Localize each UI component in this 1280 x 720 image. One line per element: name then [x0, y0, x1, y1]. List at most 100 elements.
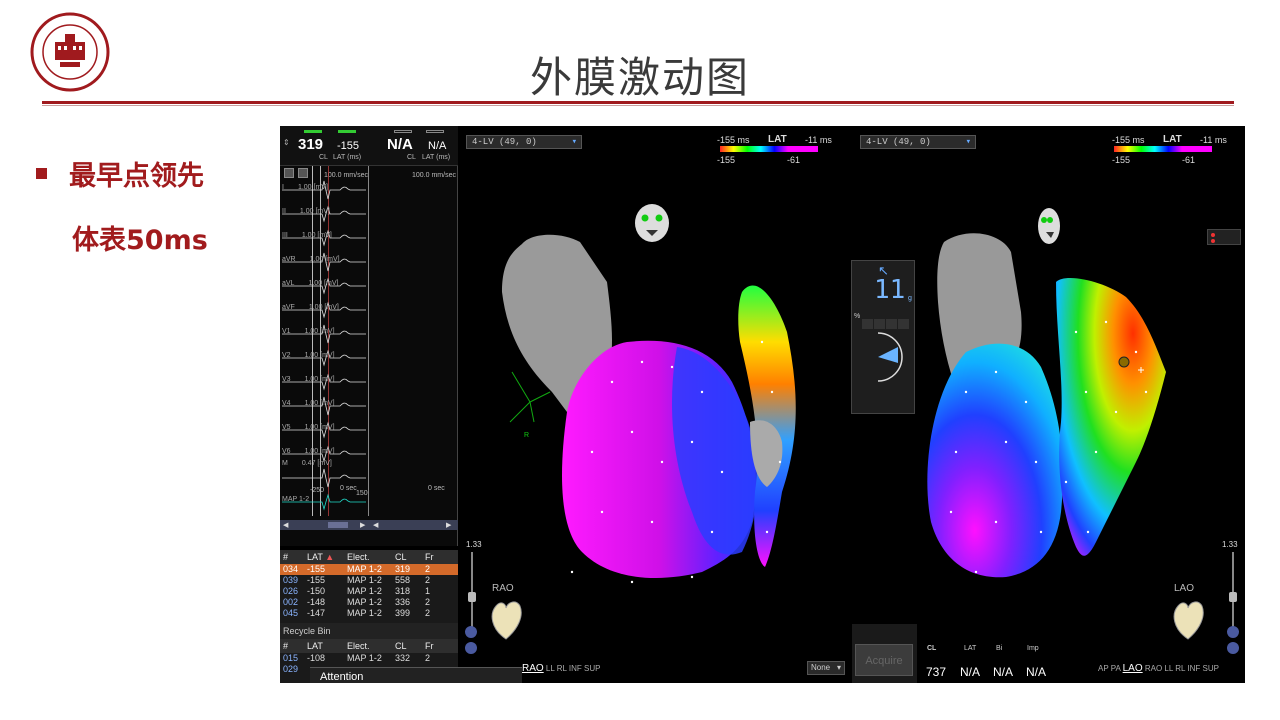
heart-orientation-icon[interactable]: [486, 594, 526, 644]
lead-name: aVR: [282, 256, 296, 263]
acquire-panel: Acquire: [852, 624, 917, 683]
col-header-elect[interactable]: Elect.: [344, 550, 392, 564]
lead-gain: 1.00 [mV]: [297, 184, 328, 191]
zoom-out-icon[interactable]: [1227, 642, 1239, 654]
lead-name: V4: [282, 400, 291, 407]
view-tabs-list: RAO LL RL INF SUP: [1145, 664, 1219, 673]
view-tab-rl[interactable]: RL: [1175, 664, 1187, 673]
lead-label: M 0.47 [mV]: [282, 460, 332, 467]
recycle-col-num[interactable]: #: [280, 639, 304, 653]
lead-name: V5: [282, 424, 291, 431]
recycle-col-lat[interactable]: LAT: [304, 639, 344, 653]
recycle-bin-label[interactable]: Recycle Bin: [280, 623, 458, 639]
lead-gain: 1.00 [mV]: [308, 280, 339, 287]
table-body: 034 -155 MAP 1-2 319 2 039 -155 MAP 1-2 558 2 026-…: [280, 564, 458, 619]
sweep-speed-left: 100.0 mm/sec: [324, 172, 368, 179]
title-divider-thin: [42, 105, 1234, 106]
recycle-col-cl[interactable]: CL: [392, 639, 422, 653]
recycle-col-elect[interactable]: Elect.: [344, 639, 392, 653]
recycle-col-fr[interactable]: Fr: [422, 639, 446, 653]
view-tabs-left: RAO LL RL INF SUP: [522, 663, 600, 674]
zoom-slider-thumb[interactable]: [1229, 592, 1237, 602]
col-header-lat[interactable]: LAT ▲: [304, 550, 344, 564]
readout-cl-value: 737: [926, 665, 947, 679]
scroll-left-icon[interactable]: ◀: [283, 521, 288, 529]
cl-label-2: CL: [407, 154, 416, 161]
zero-sec-right: 0 sec: [428, 485, 445, 492]
view-tab-pa[interactable]: PA: [1111, 664, 1123, 673]
table-cell: 2: [425, 575, 431, 585]
view-tab-rao[interactable]: RAO: [522, 663, 544, 674]
view-tab-ll[interactable]: LL: [1164, 664, 1175, 673]
zoom-slider-track[interactable]: [471, 552, 473, 630]
view-tab-inf[interactable]: INF: [1187, 664, 1202, 673]
table-row[interactable]: 045 -147 MAP 1-2 399 2: [280, 608, 458, 619]
col-header-num[interactable]: #: [280, 550, 304, 564]
scroll-thumb[interactable]: [328, 522, 348, 528]
lead-gain: 1.00 [mV]: [301, 232, 332, 239]
readout-lat-label: LAT: [964, 645, 977, 652]
caliper-tool-icon[interactable]: [298, 168, 308, 178]
force-unit: g: [908, 295, 912, 302]
zoom-slider-thumb[interactable]: [468, 592, 476, 602]
lat-value: -155: [337, 140, 360, 152]
scroll-left-icon-2[interactable]: ◀: [373, 521, 378, 529]
lead-label: V6 1.00 [mV]: [282, 448, 335, 455]
zoom-in-icon[interactable]: [1227, 626, 1239, 638]
view-tab-rl[interactable]: RL: [557, 664, 569, 673]
zoom-level: 1.33: [466, 540, 482, 549]
table-cell: 002: [283, 597, 299, 607]
dropdown-icon: ▾: [836, 663, 841, 672]
lead-label: MAP 1-2: [282, 496, 309, 503]
sort-arrows-icon[interactable]: ⇕: [283, 138, 290, 147]
view-tab-rao[interactable]: RAO: [1145, 664, 1165, 673]
heart-orientation-icon[interactable]: [1168, 594, 1208, 644]
acquire-button[interactable]: Acquire: [855, 644, 913, 676]
bullet-text-1: 最早点领先: [69, 160, 204, 192]
readout-bi-label: Bi: [996, 645, 1003, 652]
zoom-tool-icon[interactable]: [284, 168, 294, 178]
map-viewport-rao[interactable]: 4-LV (49, 0) ▾ -155 ms LAT -11 ms -155 -6…: [462, 132, 852, 683]
col-header-lat-label: LAT: [307, 552, 323, 562]
table-row[interactable]: 039 -155 MAP 1-2 558 2: [280, 575, 458, 586]
points-table: # LAT ▲ Elect. CL Fr 034 -155 MAP 1-2 319 2 0…: [280, 550, 458, 683]
readout-bi-value: N/A: [993, 665, 1014, 679]
view-tab-sup[interactable]: SUP: [1203, 664, 1219, 673]
zoom-slider-track[interactable]: [1232, 552, 1234, 630]
scroll-right-icon[interactable]: ▶: [360, 521, 365, 529]
view-tab-ll[interactable]: LL: [546, 664, 557, 673]
ecg-scrollbar[interactable]: ◀ ▶ ◀ ▶: [280, 520, 458, 530]
table-row[interactable]: 015 -108 MAP 1-2 332 2: [280, 653, 458, 664]
table-row[interactable]: 034 -155 MAP 1-2 319 2: [280, 564, 458, 575]
table-cell: -155: [307, 564, 326, 574]
signal-indicator: [426, 130, 444, 133]
none-select[interactable]: None ▾: [807, 661, 845, 675]
title-divider: [42, 101, 1234, 104]
view-tab-inf[interactable]: INF: [569, 664, 584, 673]
table-cell: 039: [283, 575, 299, 585]
slide-title: 外膜激动图: [529, 53, 750, 102]
view-tab-sup[interactable]: SUP: [584, 664, 600, 673]
cl-label: CL: [319, 154, 328, 161]
table-row[interactable]: 026 -150 MAP 1-2 318 1: [280, 586, 458, 597]
table-cell: MAP 1-2: [347, 608, 382, 618]
ecg-traces: [282, 180, 366, 511]
view-tab-lao[interactable]: LAO: [1123, 663, 1143, 674]
table-header: # LAT ▲ Elect. CL Fr: [280, 550, 458, 564]
table-cell: 2: [425, 597, 431, 607]
table-row[interactable]: 002 -148 MAP 1-2 336 2: [280, 597, 458, 608]
mapping-screenshot: ⇕ 319 -155 CL LAT (ms) N/A N/A CL LAT (m…: [280, 126, 1245, 683]
lead-label: I 1.00 [mV]: [282, 184, 328, 191]
table-cell: -147: [307, 608, 326, 618]
scroll-right-icon-2[interactable]: ▶: [446, 521, 451, 529]
bullet-text-2: 体表50ms: [72, 224, 208, 256]
lead-gain: 0.47 [mV]: [301, 460, 332, 467]
view-tab-ap[interactable]: AP: [1098, 664, 1111, 673]
bullet-item: 最早点领先: [36, 152, 208, 194]
zoom-in-icon[interactable]: [465, 626, 477, 638]
col-header-fr[interactable]: Fr: [422, 550, 446, 564]
zoom-out-icon[interactable]: [465, 642, 477, 654]
lead-label: V5 1.00 [mV]: [282, 424, 335, 431]
bullet-square-icon: [36, 167, 47, 179]
col-header-cl[interactable]: CL: [392, 550, 422, 564]
